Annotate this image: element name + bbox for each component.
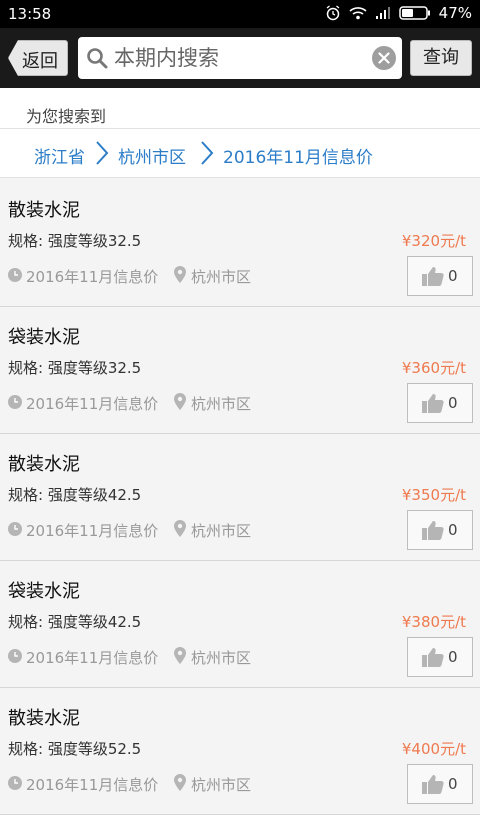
item-location: 杭州市区 (191, 522, 252, 540)
like-button[interactable]: 0 (407, 256, 473, 296)
clock-icon (8, 522, 22, 536)
breadcrumb-city[interactable]: 杭州市区 (118, 143, 186, 168)
thumbs-up-icon (422, 648, 444, 667)
breadcrumb: 浙江省 杭州市区 2016年11月信息价 (0, 128, 480, 178)
wifi-icon (349, 7, 367, 20)
location-pin-icon (174, 520, 186, 537)
thumbs-up-icon (422, 394, 444, 413)
like-count: 0 (448, 775, 458, 793)
item-price: ¥360元/t (401, 359, 466, 377)
location-pin-icon (174, 774, 186, 791)
thumbs-up-icon (422, 267, 444, 286)
like-button[interactable]: 0 (407, 637, 473, 677)
chevron-right-icon (201, 141, 214, 165)
item-date: 2016年11月信息价 (26, 268, 159, 286)
search-box[interactable] (78, 37, 402, 79)
item-date: 2016年11月信息价 (26, 649, 159, 667)
toolbar: 返回 查询 (0, 28, 480, 88)
like-button[interactable]: 0 (407, 510, 473, 550)
item-location: 杭州市区 (191, 395, 252, 413)
item-location: 杭州市区 (191, 776, 252, 794)
item-price: ¥400元/t (401, 740, 466, 758)
like-button[interactable]: 0 (407, 383, 473, 423)
chevron-right-icon (96, 141, 109, 165)
item-name: 袋装水泥 (8, 327, 80, 348)
list-item[interactable]: 散装水泥 规格: 强度等级32.5 ¥320元/t 2016年11月信息价 杭州… (0, 180, 480, 307)
back-button-label: 返回 (22, 51, 58, 72)
status-time: 13:58 (8, 5, 52, 23)
clear-icon[interactable] (372, 46, 396, 70)
back-button[interactable]: 返回 (8, 40, 68, 76)
item-date: 2016年11月信息价 (26, 395, 159, 413)
list-item[interactable]: 散装水泥 规格: 强度等级52.5 ¥400元/t 2016年11月信息价 杭州… (0, 688, 480, 815)
like-count: 0 (448, 394, 458, 412)
item-spec: 规格: 强度等级32.5 (8, 359, 142, 377)
location-pin-icon (174, 266, 186, 283)
battery-percent: 47% (438, 4, 472, 22)
item-name: 袋装水泥 (8, 581, 80, 602)
list-item[interactable]: 散装水泥 规格: 强度等级42.5 ¥350元/t 2016年11月信息价 杭州… (0, 434, 480, 561)
status-bar: 13:58 47% (0, 0, 480, 28)
item-price: ¥320元/t (401, 232, 466, 250)
signal-icon (375, 7, 390, 19)
clock-icon (8, 649, 22, 663)
like-count: 0 (448, 267, 458, 285)
item-name: 散装水泥 (8, 708, 80, 729)
like-count: 0 (448, 521, 458, 539)
item-spec: 规格: 强度等级42.5 (8, 486, 142, 504)
item-date: 2016年11月信息价 (26, 522, 159, 540)
search-input[interactable] (114, 43, 354, 73)
item-spec: 规格: 强度等级42.5 (8, 613, 142, 631)
query-button[interactable]: 查询 (410, 40, 472, 76)
item-location: 杭州市区 (191, 268, 252, 286)
item-name: 散装水泥 (8, 454, 80, 475)
item-date: 2016年11月信息价 (26, 776, 159, 794)
like-count: 0 (448, 648, 458, 666)
item-spec: 规格: 强度等级52.5 (8, 740, 142, 758)
clock-icon (8, 776, 22, 790)
battery-icon (398, 6, 430, 20)
list-item[interactable]: 袋装水泥 规格: 强度等级42.5 ¥380元/t 2016年11月信息价 杭州… (0, 561, 480, 688)
thumbs-up-icon (422, 775, 444, 794)
result-hint-bar: 为您搜索到 (0, 88, 480, 128)
clock-icon (8, 395, 22, 409)
thumbs-up-icon (422, 521, 444, 540)
like-button[interactable]: 0 (407, 764, 473, 804)
location-pin-icon (174, 647, 186, 664)
item-price: ¥350元/t (401, 486, 466, 504)
item-location: 杭州市区 (191, 649, 252, 667)
search-icon (87, 48, 108, 69)
result-hint-text: 为您搜索到 (26, 107, 107, 126)
status-icons: 47% (325, 4, 472, 22)
clock-icon (8, 268, 22, 282)
alarm-icon (326, 5, 340, 21)
item-name: 散装水泥 (8, 200, 80, 221)
location-pin-icon (174, 393, 186, 410)
breadcrumb-province[interactable]: 浙江省 (34, 143, 85, 168)
price-list: 散装水泥 规格: 强度等级32.5 ¥320元/t 2016年11月信息价 杭州… (0, 180, 480, 815)
item-price: ¥380元/t (401, 613, 466, 631)
breadcrumb-period[interactable]: 2016年11月信息价 (223, 143, 373, 168)
item-spec: 规格: 强度等级32.5 (8, 232, 142, 250)
list-item[interactable]: 袋装水泥 规格: 强度等级32.5 ¥360元/t 2016年11月信息价 杭州… (0, 307, 480, 434)
